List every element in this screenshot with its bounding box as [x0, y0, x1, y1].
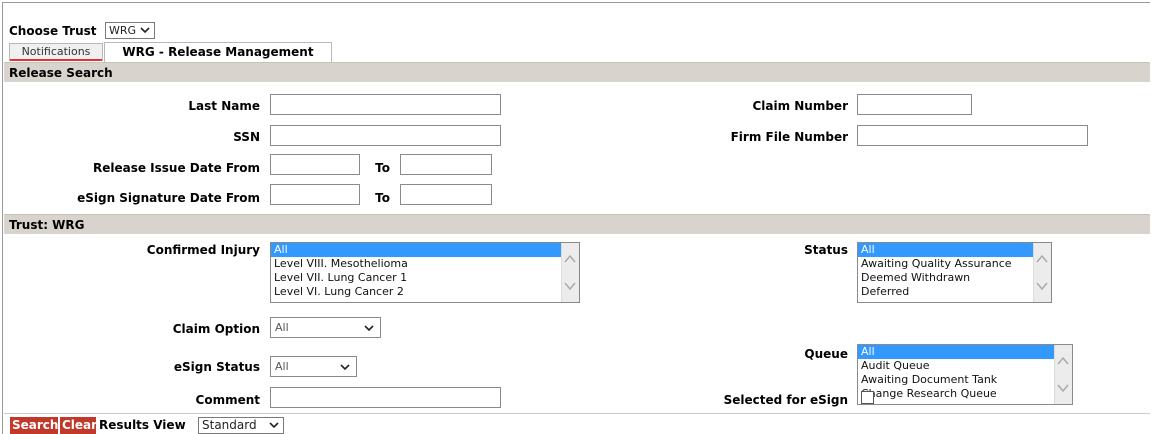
scroll-up-icon[interactable]	[1055, 346, 1071, 374]
scroll-up-icon[interactable]	[562, 244, 578, 272]
queue-label: Queue	[804, 347, 848, 361]
list-option[interactable]: Awaiting Document Tank	[858, 373, 1072, 387]
list-option[interactable]: Audit Queue	[858, 359, 1072, 373]
status-label: Status	[804, 243, 848, 257]
ssn-label: SSN	[233, 130, 260, 144]
list-option[interactable]: Level VI. Lung Cancer 2	[271, 285, 579, 299]
esign-signature-date-from-label: eSign Signature Date From	[77, 191, 260, 205]
results-view-label: Results View	[99, 418, 186, 432]
results-view-value: Standard	[202, 418, 257, 432]
tab-release-management[interactable]: WRG - Release Management	[104, 42, 332, 62]
results-view-select[interactable]: Standard	[198, 417, 284, 434]
list-option[interactable]: Level VII. Lung Cancer 1	[271, 271, 579, 285]
list-option[interactable]: Change Research Queue	[858, 387, 1072, 401]
scroll-up-icon[interactable]	[1034, 244, 1050, 272]
list-option[interactable]: Level VIII. Mesothelioma	[271, 257, 579, 271]
queue-listbox[interactable]: All Audit Queue Awaiting Document Tank C…	[857, 344, 1073, 405]
list-option[interactable]: Awaiting Quality Assurance	[858, 257, 1051, 271]
claim-number-label: Claim Number	[752, 99, 848, 113]
trust-select[interactable]: WRG	[105, 22, 155, 39]
claim-option-value: All	[275, 321, 289, 334]
esign-status-select[interactable]: All	[270, 356, 357, 377]
release-issue-date-from-input[interactable]	[270, 154, 360, 175]
esign-signature-to-label: To	[375, 191, 390, 205]
list-option[interactable]: Deemed Withdrawn	[858, 271, 1051, 285]
ssn-input[interactable]	[270, 125, 501, 146]
list-option[interactable]: All	[858, 345, 1072, 359]
firm-file-number-label: Firm File Number	[730, 130, 848, 144]
list-option[interactable]: All	[271, 243, 579, 257]
release-issue-date-to-input[interactable]	[400, 154, 492, 175]
comment-label: Comment	[195, 393, 260, 407]
scroll-down-icon[interactable]	[562, 273, 578, 301]
scroll-down-icon[interactable]	[1055, 375, 1071, 403]
claim-option-label: Claim Option	[172, 322, 260, 336]
selected-for-esign-label: Selected for eSign	[723, 393, 848, 407]
chevron-down-icon	[364, 325, 374, 332]
divider	[4, 413, 1150, 414]
esign-status-label: eSign Status	[173, 360, 260, 374]
trust-select-value: WRG	[109, 24, 137, 37]
esign-signature-date-to-input[interactable]	[400, 184, 492, 205]
esign-status-value: All	[275, 360, 289, 373]
confirmed-injury-listbox[interactable]: All Level VIII. Mesothelioma Level VII. …	[270, 242, 580, 303]
chevron-down-icon	[340, 364, 350, 371]
search-button[interactable]: Search	[10, 417, 58, 434]
claim-number-input[interactable]	[857, 94, 972, 115]
choose-trust-label: Choose Trust	[9, 24, 97, 38]
scroll-down-icon[interactable]	[1034, 273, 1050, 301]
last-name-label: Last Name	[188, 99, 260, 113]
release-search-header: Release Search	[4, 62, 1150, 82]
list-option[interactable]: Deferred	[858, 285, 1051, 299]
release-issue-to-label: To	[375, 161, 390, 175]
claim-option-select[interactable]: All	[270, 317, 381, 338]
chevron-down-icon	[269, 422, 279, 429]
scrollbar[interactable]	[1054, 345, 1072, 404]
selected-for-esign-checkbox[interactable]	[861, 391, 874, 404]
tab-release-management-label: WRG - Release Management	[122, 45, 314, 59]
esign-signature-date-from-input[interactable]	[270, 184, 360, 205]
tab-notifications-label: Notifications	[21, 45, 91, 58]
chevron-down-icon	[140, 27, 150, 34]
clear-button[interactable]: Clear	[60, 417, 97, 434]
scrollbar[interactable]	[561, 243, 579, 302]
status-listbox[interactable]: All Awaiting Quality Assurance Deemed Wi…	[857, 242, 1052, 303]
confirmed-injury-label: Confirmed Injury	[146, 243, 260, 257]
trust-section-header: Trust: WRG	[4, 214, 1150, 234]
comment-input[interactable]	[270, 387, 501, 408]
list-option[interactable]: All	[858, 243, 1051, 257]
release-issue-date-from-label: Release Issue Date From	[92, 161, 260, 175]
scrollbar[interactable]	[1033, 243, 1051, 302]
last-name-input[interactable]	[270, 94, 501, 115]
tab-notifications[interactable]: Notifications	[9, 43, 103, 61]
firm-file-number-input[interactable]	[857, 125, 1088, 146]
